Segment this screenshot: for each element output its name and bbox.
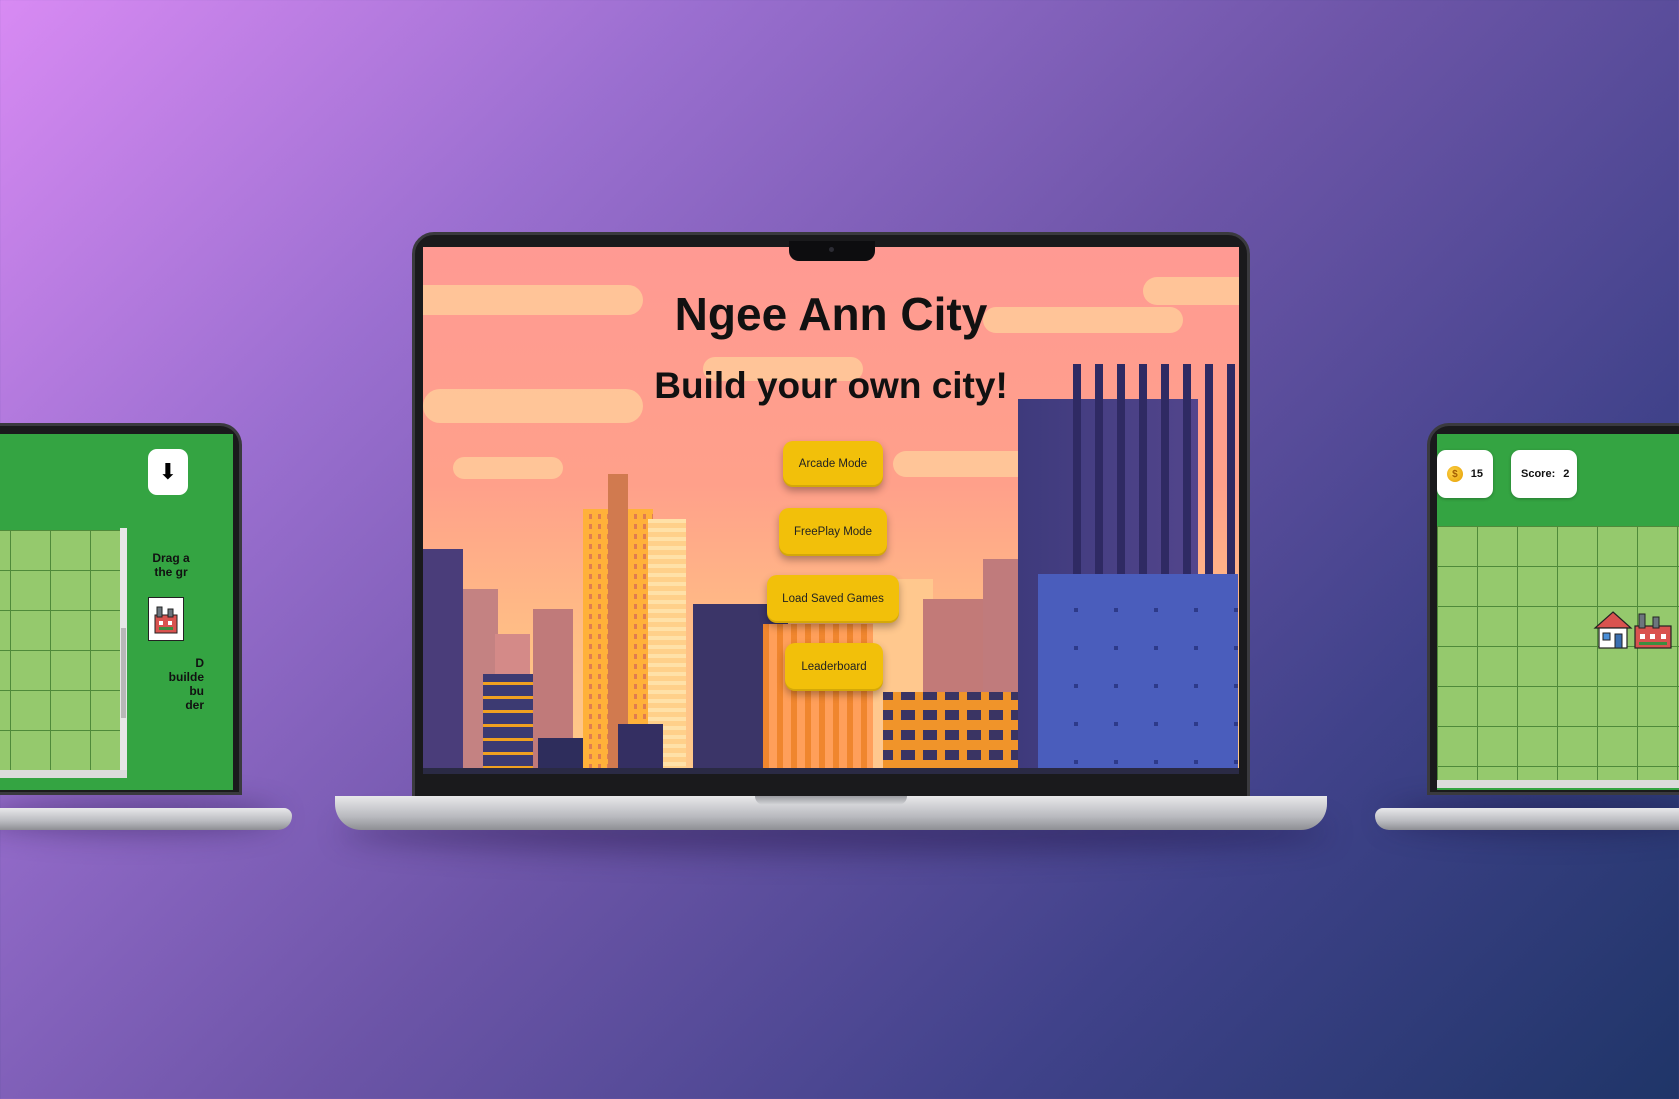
freeplay-mode-button[interactable]: FreePlay Mode — [779, 508, 887, 556]
trackpad-notch — [755, 796, 907, 805]
score-value: 2 — [1563, 468, 1570, 480]
right-game-grid[interactable] — [1437, 526, 1679, 780]
coin-icon: $ — [1447, 466, 1463, 482]
ground — [423, 768, 1239, 774]
score-display: Score: 2 — [1511, 450, 1577, 498]
arcade-mode-button[interactable]: Arcade Mode — [783, 441, 883, 487]
right-laptop-screen: $ 15 Score: 2 — [1437, 434, 1679, 790]
left-laptop: ⬇ Drag a the gr D builde bu der — [0, 423, 242, 795]
download-button[interactable]: ⬇ — [148, 449, 188, 495]
right-laptop: $ 15 Score: 2 — [1427, 423, 1679, 795]
coin-counter: $ 15 — [1437, 450, 1493, 498]
leaderboard-button[interactable]: Leaderboard — [785, 643, 883, 691]
factory-icon — [1634, 613, 1672, 649]
page-title: Ngee Ann City — [674, 288, 988, 340]
building — [423, 549, 463, 774]
building-glass — [1038, 574, 1238, 774]
left-grid-scrollbar[interactable] — [120, 528, 127, 772]
center-laptop-screen: Ngee Ann City Build your own city! Arcad… — [423, 247, 1239, 774]
right-hscrollbar[interactable] — [1437, 780, 1679, 788]
right-laptop-base — [1375, 808, 1679, 830]
left-building-card[interactable] — [148, 597, 184, 641]
download-icon: ⬇ — [158, 459, 178, 484]
load-saved-games-button[interactable]: Load Saved Games — [767, 575, 899, 623]
cloud — [453, 457, 563, 479]
page-subtitle: Build your own city! — [654, 365, 1008, 406]
building — [618, 724, 663, 774]
left-instructions-bottom: D builde bu der — [168, 656, 204, 712]
camera-icon — [829, 247, 834, 252]
center-laptop: Ngee Ann City Build your own city! Arcad… — [412, 232, 1250, 800]
center-laptop-base — [335, 796, 1327, 830]
house-icon — [1593, 611, 1633, 649]
left-laptop-base — [0, 808, 292, 830]
camera-notch — [789, 241, 875, 261]
factory-icon — [154, 606, 178, 634]
left-laptop-screen: ⬇ Drag a the gr D builde bu der — [0, 434, 233, 790]
left-hscrollbar[interactable] — [0, 770, 127, 778]
left-instructions-top: Drag a the gr — [152, 551, 190, 579]
score-label: Score: — [1521, 468, 1556, 480]
left-game-grid[interactable] — [0, 530, 120, 770]
